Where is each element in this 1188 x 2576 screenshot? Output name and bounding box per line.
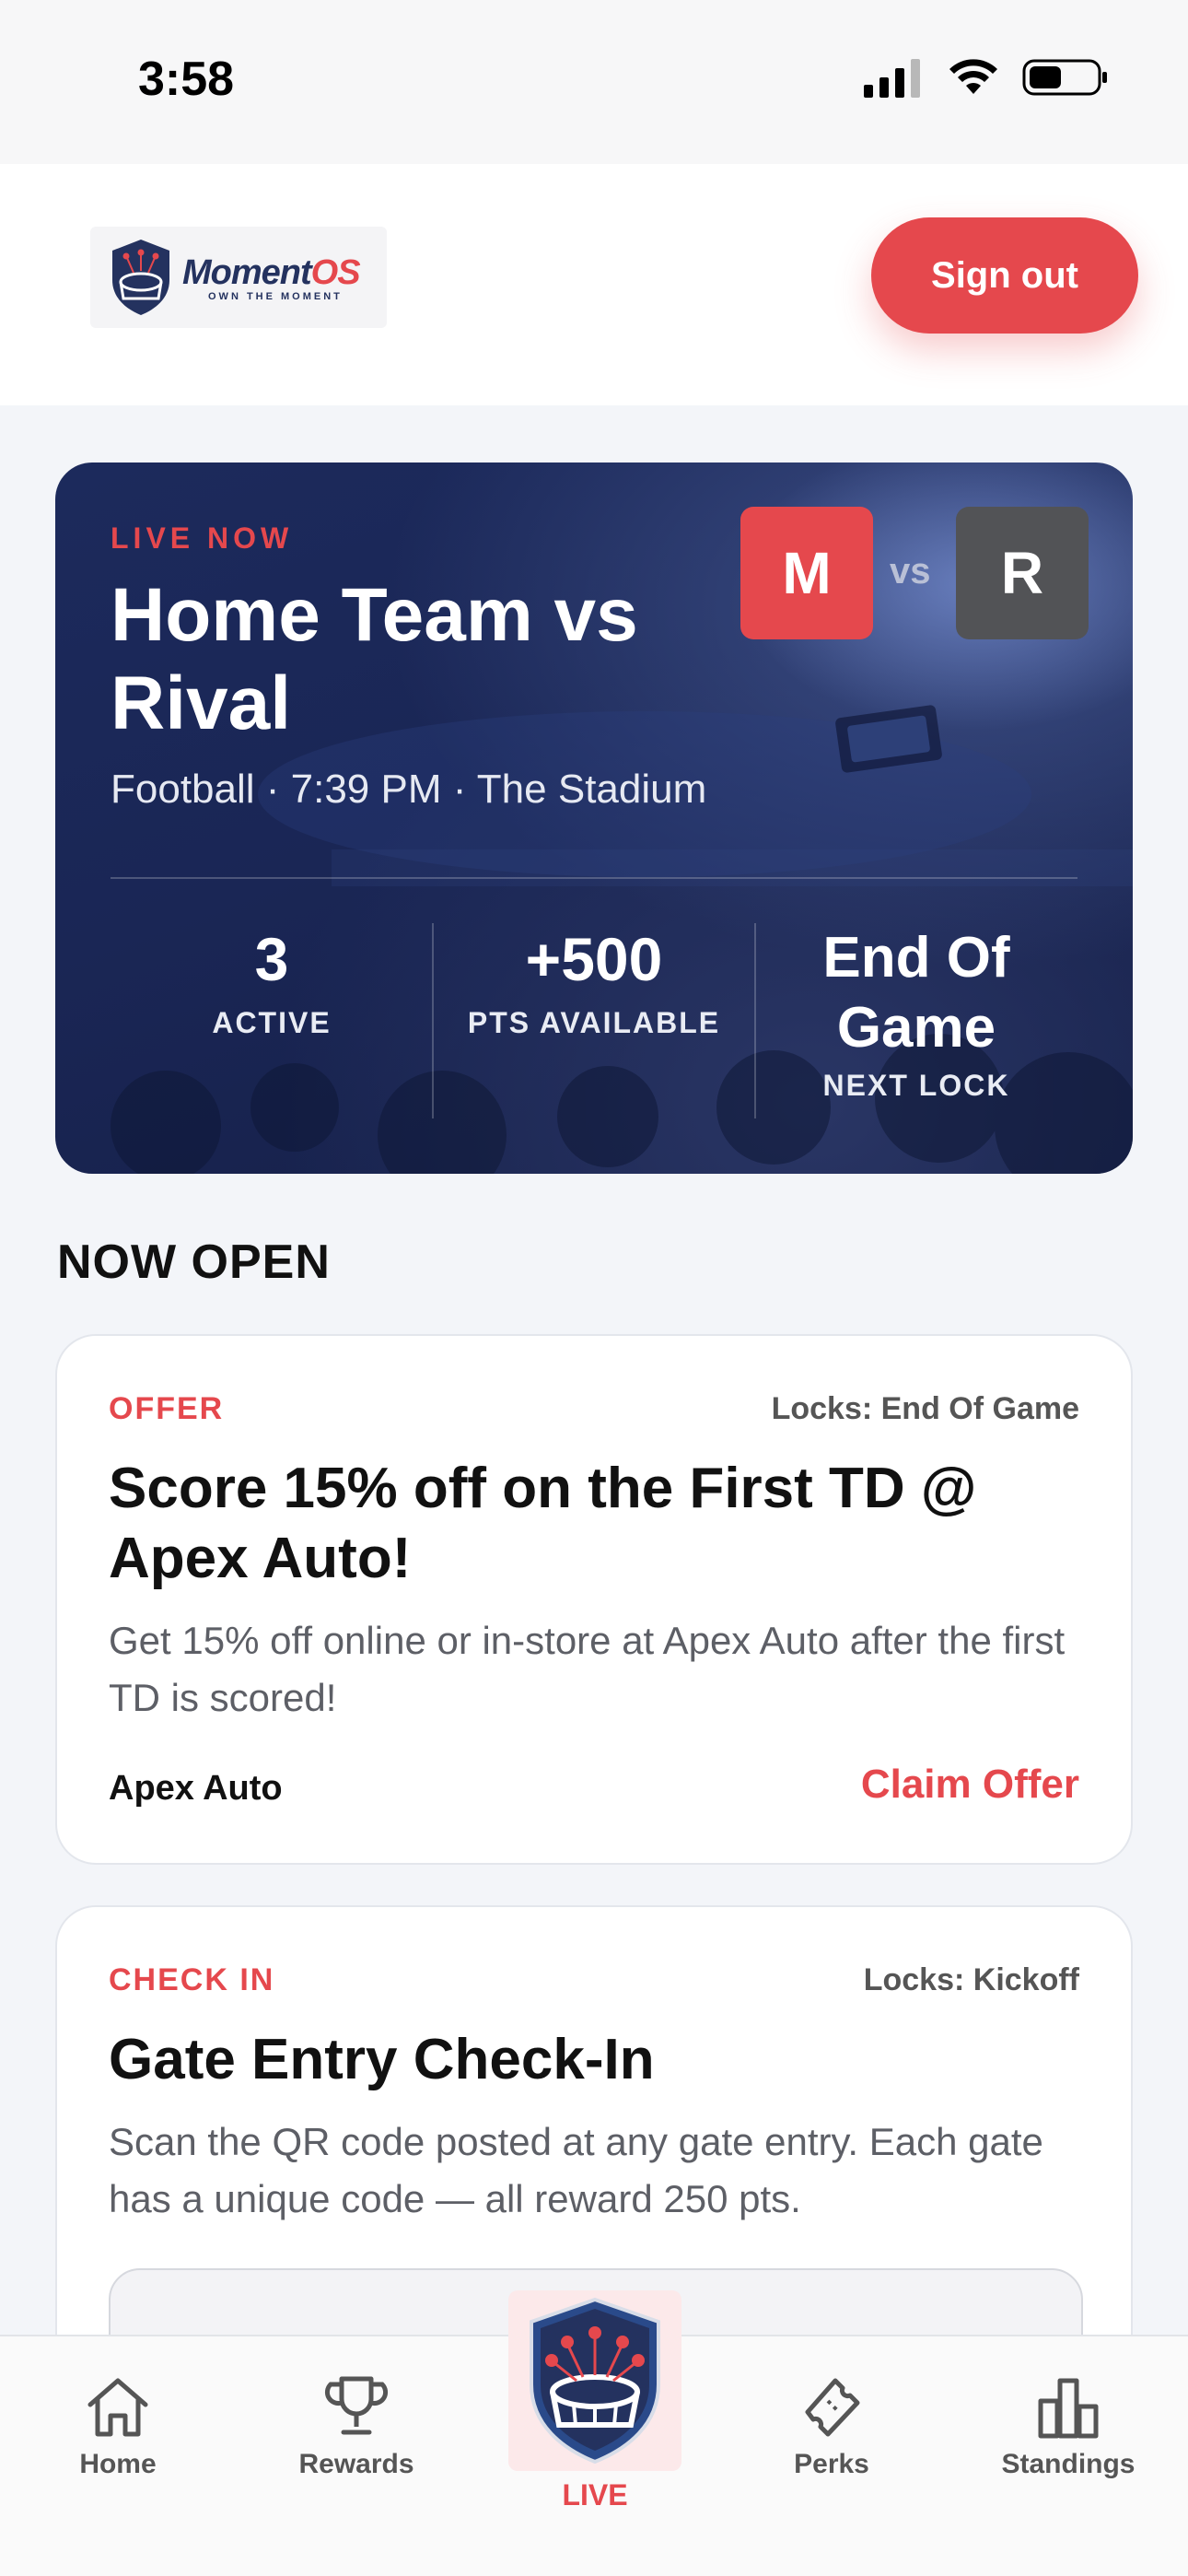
nav-label: Rewards [298,2449,414,2479]
stat-value: 3 [254,925,289,993]
card-locks-label: Locks: Kickoff [863,1962,1079,1997]
section-heading-now-open: NOW OPEN [57,1235,331,1289]
nav-label: Home [79,2449,157,2479]
home-team-badge: M [740,507,873,639]
nav-live[interactable]: LIVE [508,2290,681,2512]
stat-value: +500 [525,925,663,993]
wifi-icon [949,59,997,94]
status-bar: 3:58 [0,0,1188,164]
nav-label-live: LIVE [562,2478,628,2512]
card-sponsor: Apex Auto [109,1769,283,1808]
battery-icon [1022,59,1107,96]
card-type-label: CHECK IN [109,1962,275,1997]
card-type-label: OFFER [109,1391,225,1426]
status-icons [864,57,1109,98]
claim-offer-button[interactable]: Claim Offer [861,1762,1079,1808]
card-description: Get 15% off online or in-store at Apex A… [109,1619,1066,1719]
logo-wordmark: MomentOS OWN THE MOMENT [182,252,361,302]
ticket-icon [805,2378,860,2437]
card-description: Scan the QR code posted at any gate entr… [109,2120,1043,2220]
stat-active: 3 ACTIVE [111,923,433,1040]
momentos-logo[interactable]: MomentOS OWN THE MOMENT [90,227,387,328]
live-now-label: LIVE NOW [111,521,294,555]
home-icon [87,2378,148,2437]
stat-label: ACTIVE [212,1006,332,1039]
nav-standings[interactable]: Standings [967,2370,1170,2480]
stadium-shield-logo-icon [112,240,169,315]
live-game-card[interactable]: LIVE NOW Home Team vs Rival Football · 7… [55,463,1133,1174]
nav-perks[interactable]: Perks [730,2370,933,2480]
stat-value: End Of Game [822,926,1010,1060]
bar-chart-icon [1038,2378,1099,2439]
nav-rewards[interactable]: Rewards [255,2370,458,2480]
nav-label: Standings [1001,2449,1136,2479]
card-locks-label: Locks: End Of Game [771,1391,1079,1426]
live-shield-container [508,2290,681,2471]
stat-next-lock: End Of Game NEXT LOCK [755,923,1077,1103]
logo-tagline: OWN THE MOMENT [208,290,343,302]
hero-divider [111,877,1077,879]
versus-label: vs [890,551,931,591]
card-title: Score 15% off on the First TD @ Apex Aut… [109,1457,977,1590]
logo-name: MomentOS [182,252,361,292]
bottom-nav: Home Rewards LIVE Perks Standings [0,2290,1188,2576]
stadium-shield-icon [530,2297,660,2465]
stat-label: PTS AVAILABLE [467,1006,721,1039]
status-time: 3:58 [138,53,235,106]
app-header: MomentOS OWN THE MOMENT Sign out [0,164,1188,405]
card-title: Gate Entry Check-In [109,2028,655,2091]
sign-out-button[interactable]: Sign out [871,217,1138,334]
away-team-badge: R [956,507,1089,639]
nav-home[interactable]: Home [17,2370,219,2480]
stat-label: NEXT LOCK [822,1069,1010,1102]
trophy-icon [324,2376,389,2435]
signal-icon [864,59,920,98]
stat-points-available: +500 PTS AVAILABLE [433,923,755,1040]
game-meta: Football · 7:39 PM · The Stadium [111,767,707,812]
offer-card[interactable]: OFFER Locks: End Of Game Score 15% off o… [55,1334,1133,1865]
game-title: Home Team vs Rival [111,573,638,745]
nav-label: Perks [794,2449,869,2479]
